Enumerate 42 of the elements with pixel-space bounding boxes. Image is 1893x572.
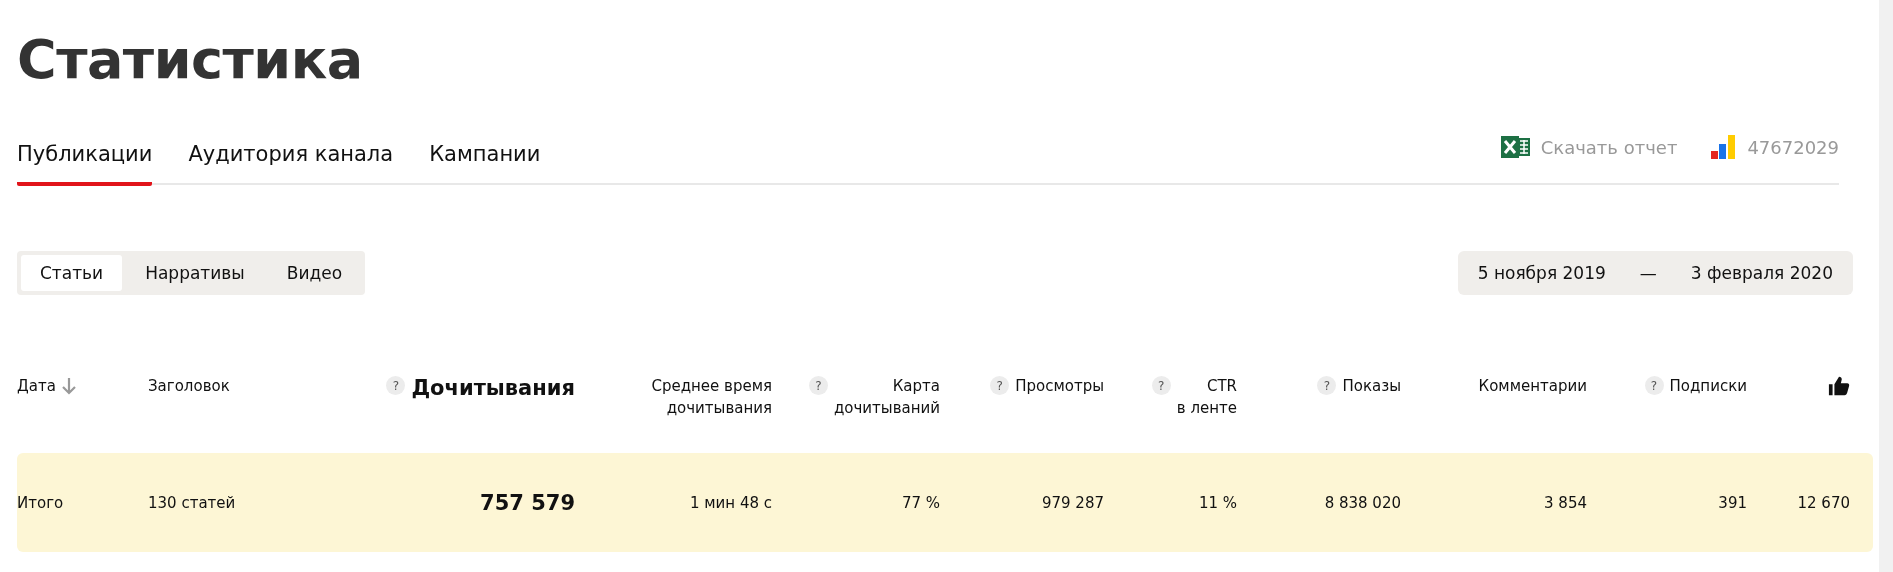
tab[interactable]: Аудитория канала — [188, 132, 394, 186]
tab[interactable]: Кампании — [429, 132, 541, 186]
help-badge[interactable]: ? — [990, 376, 1010, 395]
column-header[interactable]: Показы — [1342, 375, 1401, 397]
bar-chart-icon — [1711, 134, 1738, 160]
segment-tab[interactable]: Нарративы — [126, 255, 264, 291]
column-header[interactable]: Дочитывания — [411, 375, 575, 401]
table-cell: 757 579 — [480, 490, 575, 515]
date-to: 3 февраля 2020 — [1690, 263, 1833, 283]
column-header[interactable]: Среднее время дочитывания — [651, 375, 772, 419]
segment-tab[interactable]: Видео — [267, 255, 362, 291]
column-header[interactable]: Дата — [17, 375, 56, 397]
segment-tab[interactable]: Статьи — [21, 255, 123, 291]
column-header[interactable]: Карта дочитываний — [833, 375, 940, 419]
table-cell: 130 статей — [148, 493, 236, 512]
table-cell: 391 — [1718, 493, 1747, 512]
table-cell: 11 % — [1198, 493, 1237, 512]
table-cell: 77 % — [901, 493, 940, 512]
table-cell: 8 838 020 — [1324, 493, 1401, 512]
help-badge[interactable]: ? — [1644, 376, 1664, 395]
spreadsheet-icon — [1500, 133, 1531, 161]
date-range-picker[interactable]: 5 ноября 2019 — 3 февраля 2020 — [1457, 251, 1853, 295]
column-header[interactable]: Комментарии — [1478, 375, 1587, 397]
table-cell: 3 854 — [1544, 493, 1587, 512]
help-badge[interactable]: ? — [1317, 376, 1337, 395]
help-badge[interactable]: ? — [386, 376, 406, 395]
date-from: 5 ноября 2019 — [1477, 263, 1606, 283]
table-cell: 979 287 — [1041, 493, 1104, 512]
table-cell: 1 мин 48 с — [689, 493, 772, 512]
table-cell: 12 670 — [1797, 493, 1850, 512]
sort-arrow-icon[interactable] — [61, 377, 76, 395]
column-header[interactable]: Заголовок — [148, 375, 230, 397]
help-badge[interactable]: ? — [1151, 376, 1171, 395]
tab[interactable]: Публикации — [17, 132, 153, 186]
table-cell: Итого — [17, 493, 64, 512]
column-header[interactable]: CTR в ленте — [1176, 375, 1237, 419]
column-header[interactable]: Просмотры — [1015, 375, 1104, 397]
column-header[interactable]: Подписки — [1669, 375, 1747, 397]
page-title: Статистика — [17, 27, 364, 93]
date-separator: — — [1639, 263, 1657, 283]
thumbs-up-icon — [1828, 375, 1850, 397]
help-badge[interactable]: ? — [808, 376, 828, 395]
